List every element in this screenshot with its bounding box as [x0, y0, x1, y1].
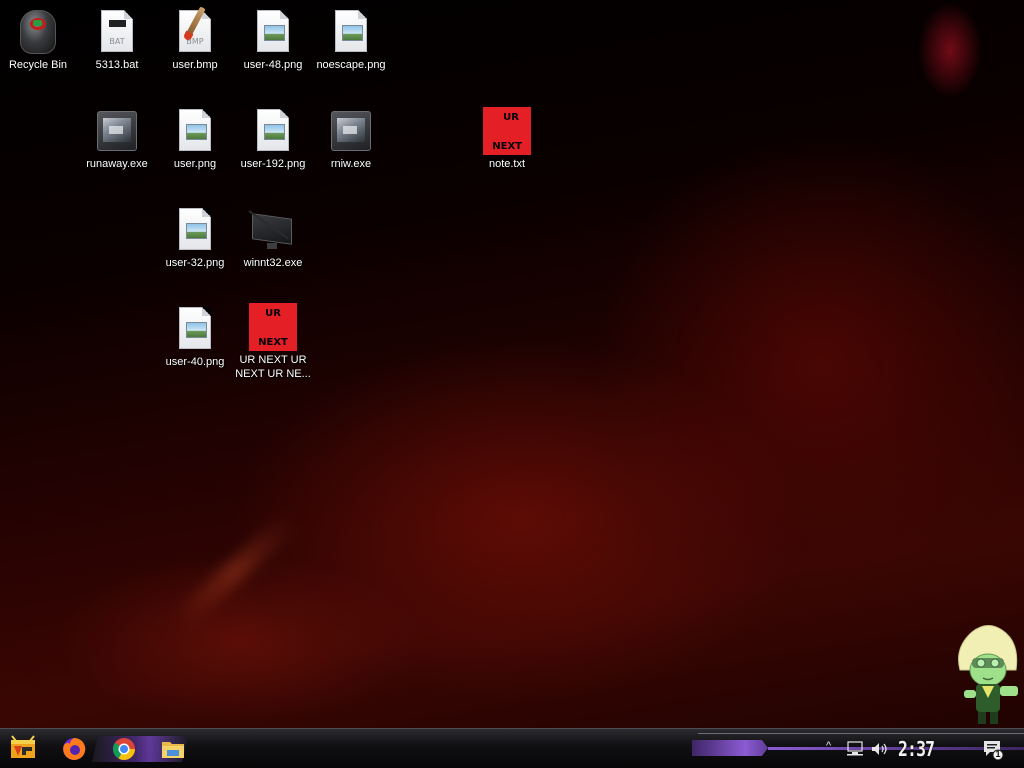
action-center-button[interactable]: 1 [982, 738, 1004, 761]
desktop-icon-noescape-png[interactable]: noescape.png [313, 8, 389, 72]
desktop-icon-label: rniw.exe [330, 158, 372, 170]
volume-icon[interactable] [870, 741, 890, 757]
image-file-icon [249, 107, 297, 155]
bitmap-file-icon: BMP [171, 6, 219, 56]
desktop-icon-5313-bat[interactable]: BAT 5313.bat [79, 8, 155, 72]
desktop-icon-ur-next-file[interactable]: UR NEXT UR NEXT UR NEXT UR NE... [235, 303, 311, 381]
desktop-icon-user-32-png[interactable]: user-32.png [157, 206, 233, 270]
taskbar-file-explorer-button[interactable] [159, 735, 187, 763]
chrome-icon [113, 738, 135, 760]
tray-overflow-chevron[interactable]: ^ [826, 740, 831, 752]
desktop-icon-user-192-png[interactable]: user-192.png [235, 107, 311, 171]
desktop-icon-label: user.png [173, 158, 217, 170]
batch-file-icon: BAT [93, 8, 141, 56]
desktop-icon-label: user-40.png [165, 356, 225, 368]
firefox-icon [63, 737, 86, 760]
desktop-icon-label: 5313.bat [95, 59, 139, 71]
desktop-icon-label: UR NEXT UR NEXT UR NE... [235, 354, 311, 380]
executable-monitor-icon [93, 107, 141, 155]
taskbar: ^ 2:37 PM 1 [0, 728, 1024, 768]
desktop-icon-recycle-bin[interactable]: Recycle Bin [0, 8, 76, 72]
network-icon[interactable] [846, 741, 864, 757]
wallpaper-light-streak [171, 512, 299, 630]
image-file-icon [171, 206, 219, 254]
desktop-icon-label: note.txt [488, 158, 526, 170]
desktop-icon-label: user-32.png [165, 257, 225, 269]
image-file-icon [249, 8, 297, 56]
taskbar-firefox-button[interactable] [60, 735, 88, 763]
desktop-icon-label: runaway.exe [86, 158, 148, 170]
desktop-icon-rniw-exe[interactable]: rniw.exe [313, 107, 389, 171]
taskbar-chrome-button[interactable] [110, 735, 138, 763]
taskbar-clock[interactable]: 2:37 PM [898, 735, 952, 768]
desktop-icon-user-bmp[interactable]: BMP user.bmp [157, 6, 233, 72]
image-file-icon [327, 8, 375, 56]
desktop-icon-label: Recycle Bin [8, 59, 68, 71]
desktop-icon-label: user-192.png [240, 158, 306, 170]
peridot-character-icon [958, 625, 1018, 724]
desktop-icon-winnt32-exe[interactable]: winnt32.exe [235, 206, 311, 270]
notification-count-badge: 1 [995, 749, 1001, 759]
desktop-icon-user-40-png[interactable]: user-40.png [157, 305, 233, 369]
image-file-icon [171, 305, 219, 353]
desktop-icon-note-txt[interactable]: UR NEXT note.txt [469, 107, 545, 171]
desktop-icon-label: noescape.png [316, 59, 386, 71]
ur-next-thumbnail-icon: UR NEXT [249, 303, 297, 351]
desktop-icon-label: user.bmp [172, 59, 218, 71]
image-file-icon [171, 107, 219, 155]
desktop-icon-user-png[interactable]: user.png [157, 107, 233, 171]
ur-next-thumbnail-icon: UR NEXT [483, 107, 531, 155]
executable-monitor-icon [327, 107, 375, 155]
folder-icon [162, 742, 184, 758]
desktop-icon-label: user-48.png [243, 59, 303, 71]
broken-monitor-icon [248, 206, 297, 254]
taskbar-decoration [692, 740, 768, 756]
desktop-icon-user-48-png[interactable]: user-48.png [235, 8, 311, 72]
desktop-icon-label: winnt32.exe [243, 257, 303, 269]
recycle-bin-icon [14, 8, 62, 56]
desktop-icon-runaway-exe[interactable]: runaway.exe [79, 107, 155, 171]
start-logo-icon[interactable] [8, 734, 38, 764]
